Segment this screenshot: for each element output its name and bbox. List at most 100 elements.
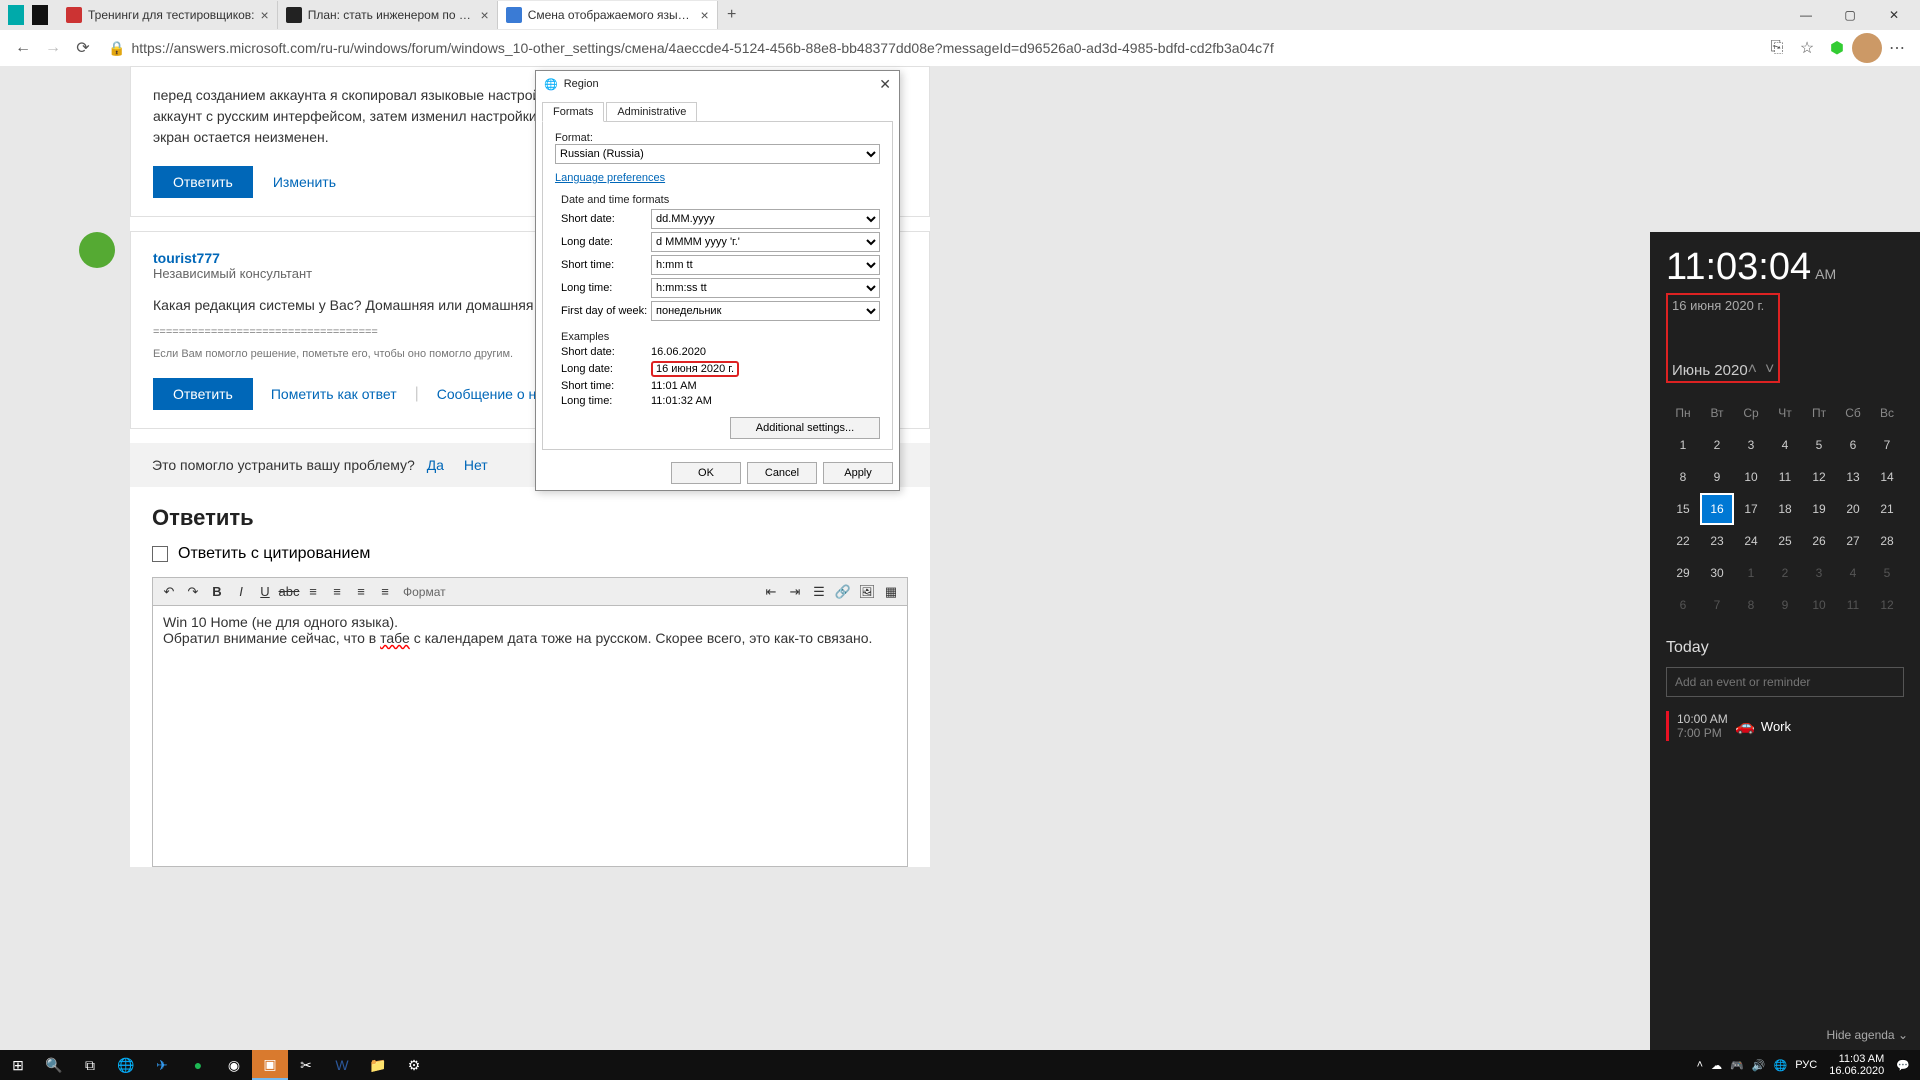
app-snip[interactable]: ✂ (288, 1050, 324, 1080)
close-button[interactable]: ✕ (879, 76, 891, 93)
align-left-button[interactable]: ≡ (301, 581, 325, 603)
editor-textarea[interactable]: Win 10 Home (не для одного языка). Обрат… (153, 606, 907, 866)
yes-button[interactable]: Да (427, 457, 444, 473)
edit-link[interactable]: Изменить (273, 174, 336, 190)
prev-month-button[interactable]: ˄ (1748, 361, 1757, 379)
hide-agenda-button[interactable]: Hide agenda ⌄ (1827, 1028, 1908, 1042)
tray-notifications-icon[interactable]: 💬 (1896, 1059, 1910, 1072)
calendar-day[interactable]: 10 (1802, 589, 1836, 621)
extension-icon[interactable]: ⬢ (1822, 33, 1852, 63)
align-right-button[interactable]: ≡ (349, 581, 373, 603)
redo-button[interactable]: ↷ (181, 581, 205, 603)
long-date-select[interactable]: d MMMM yyyy 'г.' (651, 232, 880, 252)
quote-checkbox[interactable] (152, 546, 168, 562)
calendar-day[interactable]: 8 (1734, 589, 1768, 621)
bold-button[interactable]: B (205, 581, 229, 603)
ok-button[interactable]: OK (671, 462, 741, 484)
additional-settings-button[interactable]: Additional settings... (730, 417, 880, 439)
tab-1[interactable]: Тренинги для тестировщиков:× (58, 1, 278, 29)
format-select[interactable]: Формат (397, 581, 452, 603)
list-button[interactable]: ☰ (807, 581, 831, 603)
underline-button[interactable]: U (253, 581, 277, 603)
tray-lang[interactable]: РУС (1795, 1059, 1817, 1071)
calendar-day[interactable]: 28 (1870, 525, 1904, 557)
table-button[interactable]: ▦ (879, 581, 903, 603)
refresh-button[interactable]: ⟳ (68, 33, 98, 63)
calendar-day[interactable]: 3 (1734, 429, 1768, 461)
calendar-day[interactable]: 2 (1700, 429, 1734, 461)
calendar-day[interactable]: 20 (1836, 493, 1870, 525)
short-date-select[interactable]: dd.MM.yyyy (651, 209, 880, 229)
calendar-day[interactable]: 30 (1700, 557, 1734, 589)
dialog-titlebar[interactable]: 🌐 Region ✕ (536, 71, 899, 97)
calendar-day[interactable]: 22 (1666, 525, 1700, 557)
no-button[interactable]: Нет (464, 457, 488, 473)
calendar-day[interactable]: 11 (1768, 461, 1802, 493)
mark-answer-link[interactable]: Пометить как ответ (271, 386, 397, 402)
calendar-day[interactable]: 11 (1836, 589, 1870, 621)
calendar-day[interactable]: 8 (1666, 461, 1700, 493)
strike-button[interactable]: abc (277, 581, 301, 603)
calendar-day[interactable]: 1 (1666, 429, 1700, 461)
calendar-day[interactable]: 29 (1666, 557, 1700, 589)
calendar-day[interactable]: 9 (1768, 589, 1802, 621)
calendar-day[interactable]: 2 (1768, 557, 1802, 589)
search-button[interactable]: 🔍 (36, 1050, 72, 1080)
maximize-button[interactable]: ▢ (1828, 2, 1872, 28)
avatar[interactable] (79, 232, 115, 268)
reply-button[interactable]: Ответить (153, 378, 253, 410)
tab-formats[interactable]: Formats (542, 102, 604, 122)
app-spotify[interactable]: ● (180, 1050, 216, 1080)
calendar-day[interactable]: 27 (1836, 525, 1870, 557)
link-button[interactable]: 🔗 (831, 581, 855, 603)
calendar-day[interactable]: 12 (1870, 589, 1904, 621)
next-month-button[interactable]: ˅ (1765, 361, 1774, 379)
calendar-day[interactable]: 9 (1700, 461, 1734, 493)
short-time-select[interactable]: h:mm tt (651, 255, 880, 275)
first-day-select[interactable]: понедельник (651, 301, 880, 321)
calendar-day[interactable]: 13 (1836, 461, 1870, 493)
tab-icon-1[interactable] (6, 5, 26, 25)
calendar-day[interactable]: 18 (1768, 493, 1802, 525)
tray-volume-icon[interactable]: 🔊 (1752, 1059, 1766, 1072)
calendar-day[interactable]: 6 (1666, 589, 1700, 621)
calendar-day[interactable]: 4 (1768, 429, 1802, 461)
cancel-button[interactable]: Cancel (747, 462, 817, 484)
align-center-button[interactable]: ≡ (325, 581, 349, 603)
task-view-button[interactable]: ⧉ (72, 1050, 108, 1080)
close-icon[interactable]: × (481, 7, 489, 23)
translate-icon[interactable]: ⎘ (1762, 33, 1792, 63)
calendar-day[interactable]: 1 (1734, 557, 1768, 589)
calendar-day[interactable]: 16 (1700, 493, 1734, 525)
tray-network-icon[interactable]: 🌐 (1774, 1059, 1788, 1072)
tab-3[interactable]: Смена отображаемого языка н× (498, 1, 718, 29)
align-justify-button[interactable]: ≡ (373, 581, 397, 603)
minimize-button[interactable]: — (1784, 2, 1828, 28)
image-button[interactable]: 🖼 (855, 581, 879, 603)
calendar-day[interactable]: 17 (1734, 493, 1768, 525)
format-select[interactable]: Russian (Russia) (555, 144, 880, 164)
start-button[interactable]: ⊞ (0, 1050, 36, 1080)
new-tab-button[interactable]: + (718, 6, 746, 24)
tray-clock[interactable]: 11:03 AM16.06.2020 (1829, 1053, 1884, 1077)
app-explorer[interactable]: 📁 (360, 1050, 396, 1080)
tray-expand-icon[interactable]: ˄ (1697, 1059, 1703, 1071)
calendar-day[interactable]: 19 (1802, 493, 1836, 525)
outdent-button[interactable]: ⇤ (759, 581, 783, 603)
app-chrome[interactable]: ◉ (216, 1050, 252, 1080)
apply-button[interactable]: Apply (823, 462, 893, 484)
tray-cloud-icon[interactable]: ☁ (1711, 1059, 1722, 1072)
long-time-select[interactable]: h:mm:ss tt (651, 278, 880, 298)
calendar-day[interactable]: 3 (1802, 557, 1836, 589)
app-word[interactable]: W (324, 1050, 360, 1080)
app-telegram[interactable]: ✈ (144, 1050, 180, 1080)
calendar-day[interactable]: 7 (1700, 589, 1734, 621)
app-edge[interactable]: 🌐 (108, 1050, 144, 1080)
close-button[interactable]: ✕ (1872, 2, 1916, 28)
url-input[interactable]: 🔒https://answers.microsoft.com/ru-ru/win… (98, 34, 1762, 62)
calendar-event[interactable]: 10:00 AM7:00 PM 🚗 Work (1666, 711, 1904, 741)
calendar-day[interactable]: 14 (1870, 461, 1904, 493)
calendar-day[interactable]: 10 (1734, 461, 1768, 493)
calendar-day[interactable]: 12 (1802, 461, 1836, 493)
menu-button[interactable]: ⋯ (1882, 33, 1912, 63)
